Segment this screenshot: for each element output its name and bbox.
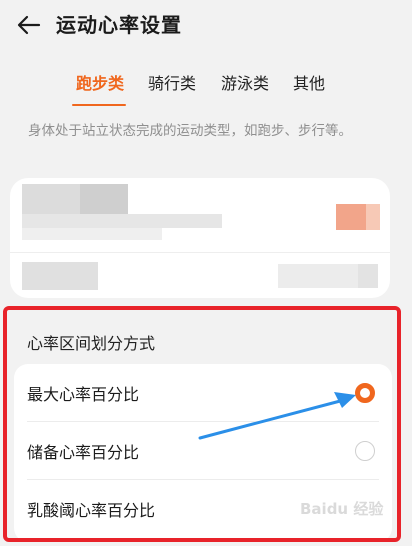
obscured-block — [366, 204, 380, 230]
sport-type-tabs: 跑步类 骑行类 游泳类 其他 — [0, 66, 412, 108]
obscured-block — [22, 262, 98, 290]
tab-other[interactable]: 其他 — [293, 70, 325, 94]
obscured-block — [22, 214, 222, 228]
obscured-block — [358, 264, 378, 288]
back-arrow-icon[interactable] — [14, 10, 44, 40]
obscured-block — [80, 184, 128, 214]
sport-type-description: 身体处于站立状态完成的运动类型，如跑步、步行等。 — [28, 123, 352, 139]
obscured-settings-card — [10, 178, 390, 298]
watermark-logo: Baidu 经验 — [300, 500, 384, 518]
obscured-block — [336, 204, 366, 230]
page-title: 运动心率设置 — [56, 13, 182, 37]
tab-swimming[interactable]: 游泳类 — [221, 70, 269, 94]
active-tab-indicator — [72, 104, 126, 106]
tab-cycling[interactable]: 骑行类 — [148, 70, 196, 94]
obscured-block — [22, 228, 162, 240]
obscured-divider — [10, 252, 390, 253]
obscured-block — [22, 184, 80, 214]
obscured-block — [278, 264, 358, 288]
tab-running[interactable]: 跑步类 — [76, 70, 124, 94]
header: 运动心率设置 — [0, 0, 412, 50]
